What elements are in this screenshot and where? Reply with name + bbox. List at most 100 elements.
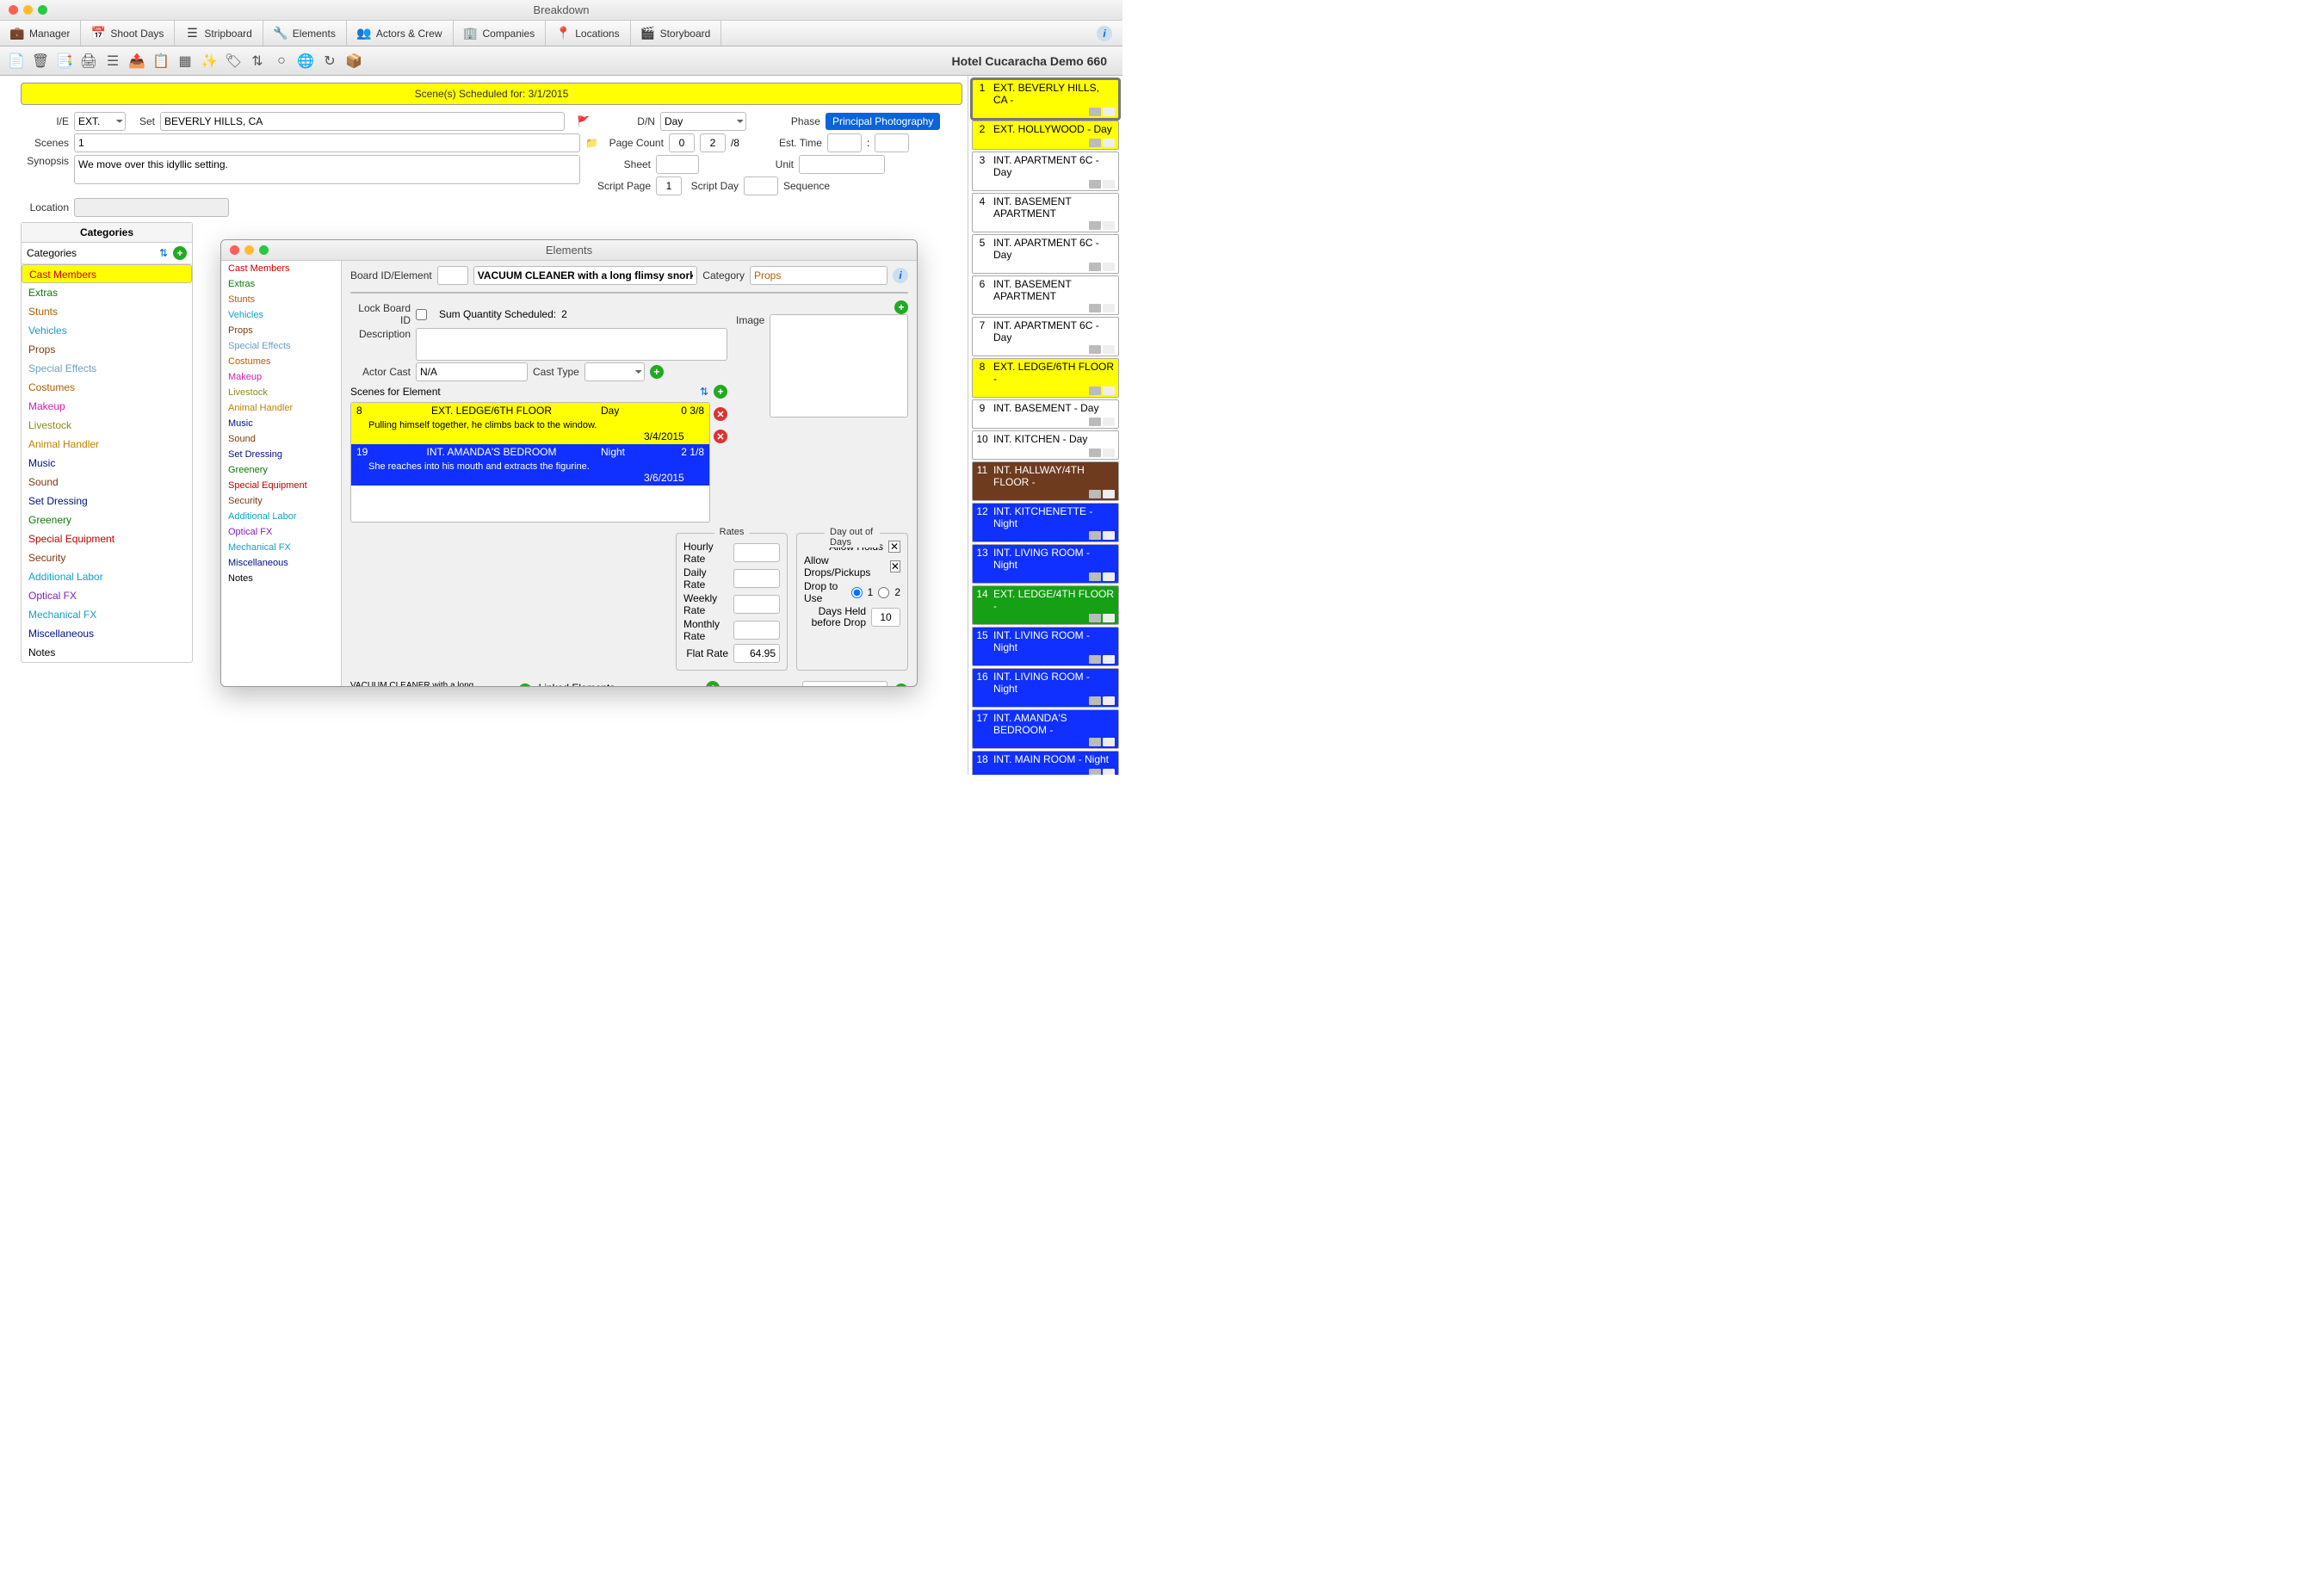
strip-15[interactable]: 15INT. LIVING ROOM - Night [972,627,1119,666]
strip-18[interactable]: 18INT. MAIN ROOM - Night [972,751,1119,775]
category-special-equipment[interactable]: Special Equipment [221,478,341,493]
print-icon[interactable]: 🖨 [79,52,98,71]
scenes-table[interactable]: 8EXT. LEDGE/6TH FLOORDay0 3/8Pulling him… [350,402,710,523]
allow-holds-toggle[interactable]: ✕ [888,541,900,553]
rate-daily-rate[interactable] [733,569,780,588]
strip-8[interactable]: 8EXT. LEDGE/6TH FLOOR - [972,358,1119,398]
category-optical-fx[interactable]: Optical FX [22,586,192,605]
globe-icon[interactable]: 🌐 [296,52,315,71]
folder-icon[interactable]: 📁 [585,137,598,149]
category-props[interactable]: Props [22,340,192,359]
rate-weekly-rate[interactable] [733,595,780,614]
tab-storyboard[interactable]: 🎬Storyboard [631,21,722,46]
set-input[interactable] [160,112,565,131]
strip-3[interactable]: 3INT. APARTMENT 6C - Day [972,152,1119,191]
tab-companies[interactable]: 🏢Companies [454,21,547,46]
strip-11[interactable]: 11INT. HALLWAY/4TH FLOOR - [972,461,1119,501]
category-security[interactable]: Security [22,548,192,567]
strip-17[interactable]: 17INT. AMANDA'S BEDROOM - [972,709,1119,749]
tab-stripboard[interactable]: ☰Stripboard [175,21,263,46]
category-special-effects[interactable]: Special Effects [22,359,192,378]
category-mechanical-fx[interactable]: Mechanical FX [22,605,192,624]
strip-4[interactable]: 4INT. BASEMENT APARTMENT [972,193,1119,232]
pagecount-b[interactable] [700,133,726,152]
category-mechanical-fx[interactable]: Mechanical FX [221,540,341,555]
strip-9[interactable]: 9INT. BASEMENT - Day [972,399,1119,429]
pagecount-a[interactable] [669,133,695,152]
strip-10[interactable]: 10INT. KITCHEN - Day [972,430,1119,460]
strip-5[interactable]: 5INT. APARTMENT 6C - Day [972,234,1119,274]
category-cast-members[interactable]: Cast Members [22,264,192,283]
category-sound[interactable]: Sound [22,473,192,492]
add-category-button[interactable]: + [173,246,187,260]
category-props[interactable]: Props [221,323,341,338]
category-input[interactable] [750,266,887,285]
scene-row[interactable]: 8EXT. LEDGE/6TH FLOORDay0 3/8 [351,403,709,418]
rate-hourly-rate[interactable] [733,543,780,562]
category-music[interactable]: Music [221,416,341,431]
strip-6[interactable]: 6INT. BASEMENT APARTMENT [972,275,1119,315]
category-miscellaneous[interactable]: Miscellaneous [22,624,192,643]
tab-locations[interactable]: 📍Locations [546,21,630,46]
daysheld-input[interactable] [871,608,900,627]
category-extras[interactable]: Extras [221,276,341,292]
remove-scene-2-button[interactable]: ✕ [714,430,727,443]
drop-radio-2[interactable] [878,587,889,598]
location-input[interactable] [74,198,229,217]
category-greenery[interactable]: Greenery [22,510,192,529]
modal-tab-blackout-dates[interactable]: Blackout Dates [797,293,907,294]
add-cast-button[interactable]: + [650,365,664,379]
add-blackout-button[interactable]: + [894,684,908,686]
category-livestock[interactable]: Livestock [22,416,192,435]
tab-manager[interactable]: 💼Manager [0,21,81,46]
rate-monthly-rate[interactable] [733,621,780,640]
category-notes[interactable]: Notes [22,643,192,662]
filter-icon[interactable]: ○ [272,52,291,71]
category-optical-fx[interactable]: Optical FX [221,524,341,540]
box-icon[interactable]: 📦 [344,52,363,71]
sort-icon[interactable]: ⇅ [248,52,267,71]
category-makeup[interactable]: Makeup [22,397,192,416]
info-icon[interactable]: i [893,268,908,283]
actorcast-input[interactable] [416,362,528,381]
category-cast-members[interactable]: Cast Members [221,261,341,276]
refresh-icon[interactable]: ↻ [320,52,339,71]
image-box[interactable] [770,314,908,418]
allow-drops-toggle[interactable]: ✕ [890,560,900,572]
category-animal-handler[interactable]: Animal Handler [221,400,341,416]
scene-row[interactable]: 19INT. AMANDA'S BEDROOMNight2 1/8 [351,444,709,460]
category-additional-labor[interactable]: Additional Labor [221,509,341,524]
board-id-input[interactable] [437,266,468,285]
modal-tab-overview[interactable]: Overview [351,293,462,294]
strip-2[interactable]: 2EXT. HOLLYWOOD - Day [972,121,1119,150]
category-makeup[interactable]: Makeup [221,369,341,385]
flag-icon[interactable]: 🚩 [577,115,590,127]
scenes-input[interactable] [74,133,580,152]
grid-icon[interactable]: ▦ [176,52,195,71]
wand-icon[interactable]: ✨ [200,52,219,71]
strip-14[interactable]: 14EXT. LEDGE/4TH FLOOR - [972,585,1119,625]
category-vehicles[interactable]: Vehicles [22,321,192,340]
category-notes[interactable]: Notes [221,571,341,586]
category-costumes[interactable]: Costumes [221,354,341,369]
sheet-icon[interactable]: 📋 [152,52,170,71]
phase-value[interactable]: Principal Photography [826,113,940,130]
category-sound[interactable]: Sound [221,431,341,447]
category-costumes[interactable]: Costumes [22,378,192,397]
category-animal-handler[interactable]: Animal Handler [22,435,192,454]
description-input[interactable] [416,328,727,361]
scriptpage-input[interactable] [656,176,682,195]
rate-flat-rate[interactable] [733,644,780,663]
delete-doc-icon[interactable]: 🗑 [31,52,50,71]
strip-13[interactable]: 13INT. LIVING ROOM - Night [972,544,1119,584]
synopsis-input[interactable] [74,155,580,184]
tab-shoot-days[interactable]: 📅Shoot Days [81,21,175,46]
add-scene-button[interactable]: + [714,385,727,399]
tab-elements[interactable]: 🔧Elements [263,21,347,46]
category-stunts[interactable]: Stunts [221,292,341,307]
drop-radio-1[interactable] [851,587,863,598]
esttime-m[interactable] [875,133,909,152]
category-additional-labor[interactable]: Additional Labor [22,567,192,586]
category-vehicles[interactable]: Vehicles [221,307,341,323]
category-greenery[interactable]: Greenery [221,462,341,478]
